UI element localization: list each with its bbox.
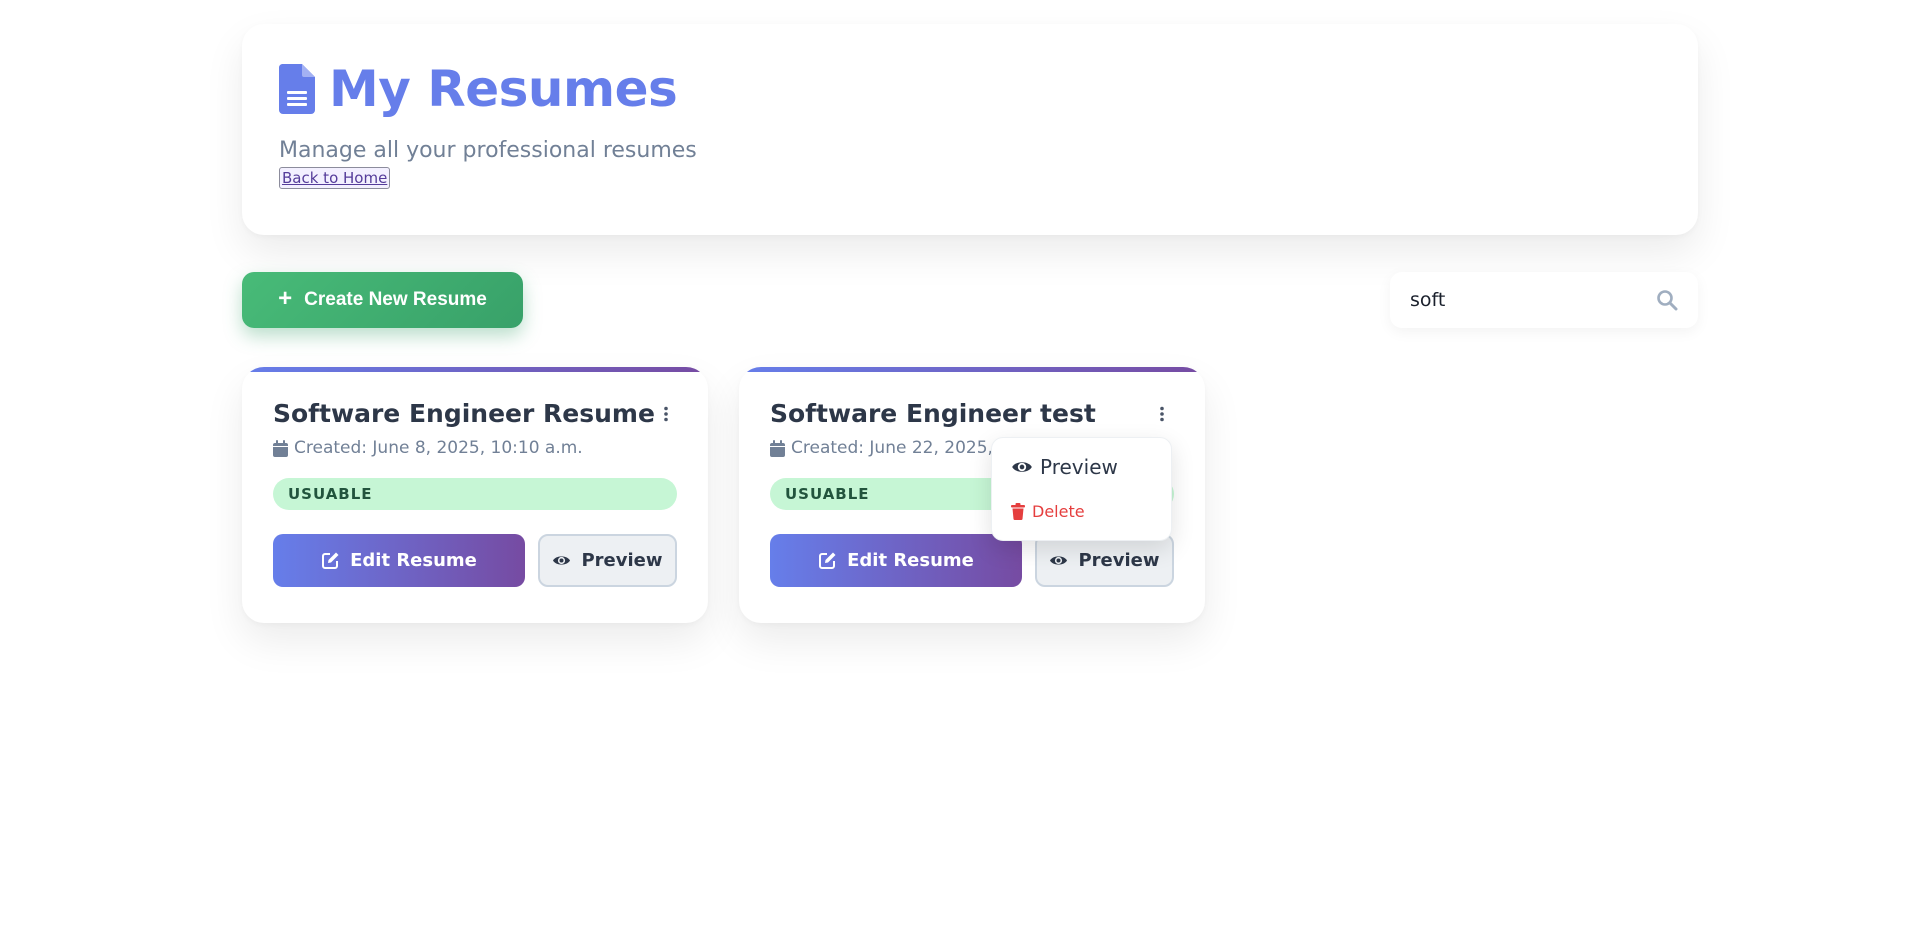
edit-resume-button[interactable]: Edit Resume <box>273 534 525 587</box>
card-options-dropdown: Preview Delete <box>991 437 1172 541</box>
edit-resume-label: Edit Resume <box>847 550 974 571</box>
eye-icon <box>553 556 571 565</box>
calendar-icon <box>770 439 785 457</box>
header-card: My Resumes Manage all your professional … <box>242 24 1698 235</box>
trash-icon <box>1011 502 1025 520</box>
resume-card: Software Engineer Resume Created: June 8… <box>242 367 708 623</box>
dropdown-delete-label: Delete <box>1032 501 1085 521</box>
eye-icon <box>1012 462 1032 472</box>
calendar-icon <box>273 439 288 457</box>
search-box <box>1390 272 1698 328</box>
preview-label: Preview <box>1078 550 1160 571</box>
resume-title: Software Engineer test <box>770 399 1096 428</box>
kebab-menu-icon[interactable] <box>655 402 677 426</box>
card-header: Software Engineer test <box>770 399 1174 428</box>
search-icon[interactable] <box>1656 289 1678 311</box>
dropdown-delete-item[interactable]: Delete <box>992 500 1171 522</box>
document-icon <box>279 64 315 114</box>
created-date-text: Created: June 22, 2025, 4 <box>791 438 1010 458</box>
created-date-text: Created: June 8, 2025, 10:10 a.m. <box>294 438 583 458</box>
card-header: Software Engineer Resume <box>273 399 677 428</box>
resume-title: Software Engineer Resume <box>273 399 655 428</box>
page-subtitle: Manage all your professional resumes <box>279 138 697 163</box>
edit-icon <box>819 552 836 569</box>
page: My Resumes Manage all your professional … <box>0 0 1918 935</box>
plus-icon: + <box>278 285 293 312</box>
edit-icon <box>322 552 339 569</box>
created-date: Created: June 8, 2025, 10:10 a.m. <box>273 438 677 458</box>
title-row: My Resumes <box>279 64 1661 114</box>
search-input[interactable] <box>1410 289 1656 311</box>
card-actions: Edit Resume Preview <box>770 534 1174 587</box>
back-to-home-link[interactable]: Back to Home <box>279 167 391 189</box>
create-button-label: Create New Resume <box>304 289 487 310</box>
page-title: My Resumes <box>329 60 678 118</box>
card-actions: Edit Resume Preview <box>273 534 677 587</box>
create-new-resume-button[interactable]: + Create New Resume <box>242 272 523 328</box>
preview-button[interactable]: Preview <box>538 534 677 587</box>
dropdown-preview-label: Preview <box>1040 455 1118 479</box>
edit-resume-button[interactable]: Edit Resume <box>770 534 1022 587</box>
eye-icon <box>1050 556 1068 565</box>
dropdown-preview-item[interactable]: Preview <box>992 452 1171 482</box>
preview-button[interactable]: Preview <box>1035 534 1174 587</box>
edit-resume-label: Edit Resume <box>350 550 477 571</box>
status-badge: USUABLE <box>273 478 677 510</box>
kebab-menu-icon[interactable] <box>1150 402 1174 426</box>
preview-label: Preview <box>581 550 663 571</box>
